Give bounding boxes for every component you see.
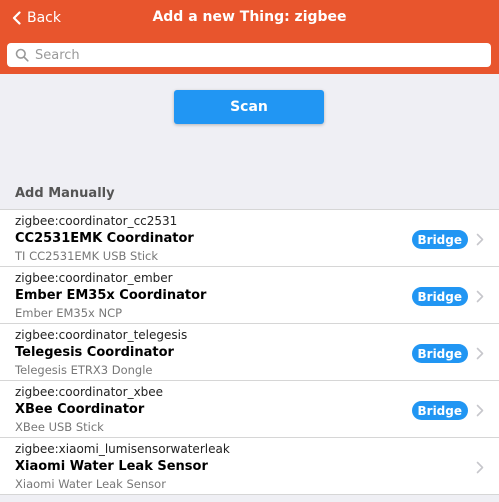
thing-uid: zigbee:coordinator_cc2531 <box>15 214 178 228</box>
thing-label: Xiaomi Water Leak Sensor <box>15 459 208 474</box>
thing-label: Ember EM35x Coordinator <box>15 288 207 303</box>
list-item[interactable]: zigbee:coordinator_ember Ember EM35x Coo… <box>0 267 499 324</box>
thing-description: TI CC2531EMK USB Stick <box>15 249 159 263</box>
thing-uid: zigbee:coordinator_ember <box>15 271 173 285</box>
thing-label: CC2531EMK Coordinator <box>15 231 194 246</box>
thing-label: XBee Coordinator <box>15 402 145 417</box>
bridge-badge: Bridge <box>411 344 468 363</box>
section-title-add-manually: Add Manually <box>15 186 115 201</box>
list-item[interactable]: zigbee:xiaomi_lumisensorwaterleak Xiaomi… <box>0 438 499 495</box>
thing-description: XBee USB Stick <box>15 420 104 434</box>
chevron-right-icon <box>476 290 484 303</box>
chevron-right-icon <box>476 233 484 246</box>
list-item[interactable]: zigbee:coordinator_cc2531 CC2531EMK Coor… <box>0 210 499 267</box>
search-bar <box>0 36 499 74</box>
bridge-badge: Bridge <box>411 230 468 249</box>
thing-type-list: zigbee:coordinator_cc2531 CC2531EMK Coor… <box>0 209 499 495</box>
search-field[interactable] <box>7 43 491 67</box>
thing-description: Telegesis ETRX3 Dongle <box>15 363 153 377</box>
bridge-badge: Bridge <box>411 287 468 306</box>
list-item[interactable]: zigbee:coordinator_xbee XBee Coordinator… <box>0 381 499 438</box>
scan-button[interactable]: Scan <box>174 90 324 124</box>
chevron-right-icon <box>476 404 484 417</box>
thing-description: Xiaomi Water Leak Sensor <box>15 477 166 491</box>
thing-label: Telegesis Coordinator <box>15 345 174 360</box>
thing-description: Ember EM35x NCP <box>15 306 123 320</box>
navbar: Back Add a new Thing: zigbee <box>0 0 499 36</box>
search-icon <box>15 48 29 62</box>
thing-uid: zigbee:xiaomi_lumisensorwaterleak <box>15 442 230 456</box>
list-item[interactable]: zigbee:coordinator_telegesis Telegesis C… <box>0 324 499 381</box>
page-title: Add a new Thing: zigbee <box>152 9 347 25</box>
thing-uid: zigbee:coordinator_xbee <box>15 385 164 399</box>
chevron-right-icon <box>476 347 484 360</box>
bridge-badge: Bridge <box>411 401 468 420</box>
chevron-right-icon <box>476 461 484 474</box>
thing-uid: zigbee:coordinator_telegesis <box>15 328 188 342</box>
search-input[interactable] <box>35 47 475 63</box>
